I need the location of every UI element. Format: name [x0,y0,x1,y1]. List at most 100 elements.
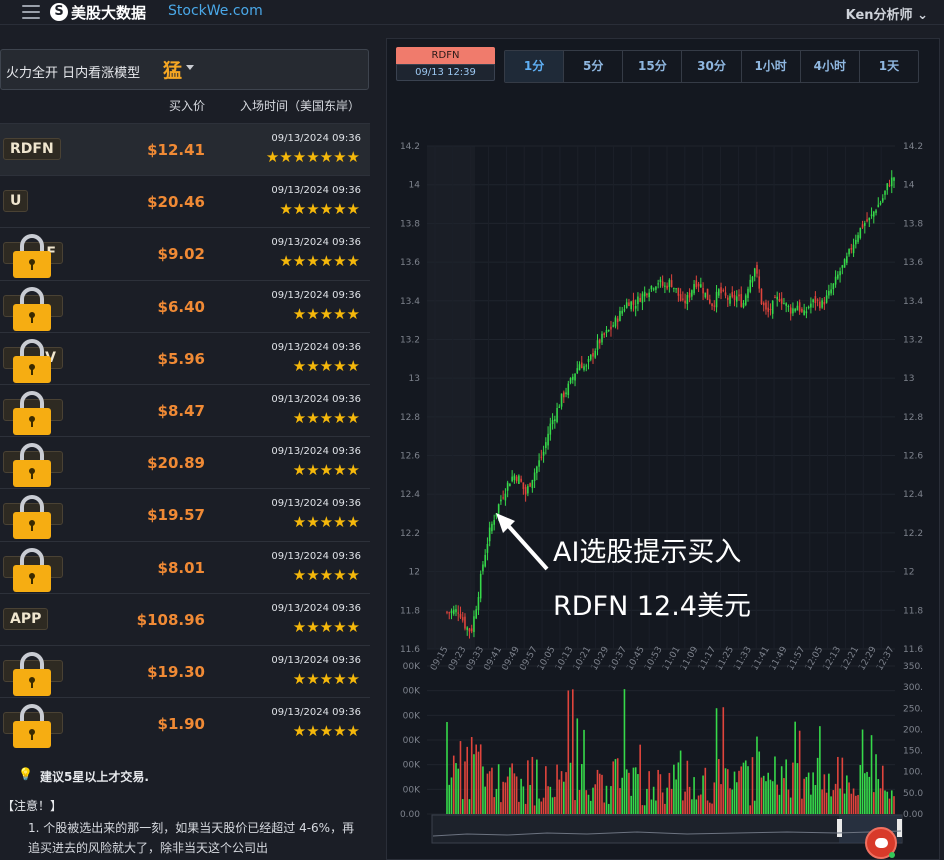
table-row[interactable]: APP $108.96 09/13/2024 09:36 ★★★★★ [0,592,370,645]
chat-button[interactable] [865,827,897,859]
volume-bar [614,759,617,814]
volume-bar [657,769,659,814]
volume-bar [850,793,853,814]
lock-icon[interactable] [12,234,52,279]
candle-body [466,627,469,630]
y-tick-label-right: 13.8 [903,219,923,229]
volume-bar [531,756,534,814]
menu-icon[interactable] [22,5,40,19]
volume-bar [893,796,895,814]
volume-bar [886,791,889,814]
table-row[interactable]: F $9.02 09/13/2024 09:36 ★★★★★★ [0,227,370,279]
volume-bar [450,777,453,814]
candle-body [664,285,666,287]
annotation-line-1: AI选股提示买入 [553,537,742,568]
candle-body [574,373,576,381]
brand-domain[interactable]: StockWe.com [168,3,263,19]
volume-bar [601,774,603,814]
volume-tick-left: 00K [403,761,421,771]
volume-bar [585,790,588,814]
lock-icon[interactable] [12,286,52,331]
volume-bar [630,795,632,814]
volume-bar [589,800,592,814]
lock-icon[interactable] [12,651,52,696]
candle-body [706,288,709,300]
volume-bar [830,796,832,814]
y-tick-label: 12.4 [400,490,420,500]
y-tick-label-right: 14.2 [903,142,923,152]
candle-body [807,306,810,308]
candle-body [789,307,792,314]
volume-bar [774,756,776,814]
table-row[interactable]: V$5.9609/13/2024 09:36★★★★★ [0,331,370,384]
candle-body [580,362,583,369]
ticker-badge[interactable]: U [3,190,29,213]
lock-icon[interactable] [12,547,52,592]
volume-bar [749,805,752,814]
entry-time: 09/13/2024 09:36 [271,341,361,353]
star-rating: ★★★★★ [292,565,360,584]
candle-body [610,326,612,330]
volume-bar [650,799,653,814]
table-row[interactable]: $8.47 09/13/2024 09:36 ★★★★★ [0,383,370,436]
candle-body [547,433,549,446]
volume-bar [872,792,875,814]
table-row[interactable]: RDFN $12.41 09/13/2024 09:36 ★★★★★★★ [0,123,370,176]
lock-icon[interactable] [12,338,52,383]
user-menu[interactable]: Ken分析师 ⌄ [846,4,928,23]
entry-price: $9.02 [157,245,205,264]
volume-bar [625,769,628,814]
lock-icon[interactable] [12,495,52,540]
table-row[interactable]: U $20.46 09/13/2024 09:36 ★★★★★★ [0,175,370,227]
table-row[interactable]: $1.90 09/13/2024 09:36 ★★★★★ [0,697,370,749]
star-rating: ★★★★★★★ [265,148,360,166]
lock-icon[interactable] [12,443,52,488]
y-tick-label-right: 13.6 [903,258,923,268]
volume-tick-left: 0.00 [400,810,420,820]
volume-bar [720,784,722,814]
candle-body [792,308,794,314]
candle-body [569,377,572,384]
chart-panel: RDFN 09/13 12:39 1分 5分 15分 30分 1小时 4小时 1天 14.2… [386,38,940,860]
table-row[interactable]: $6.40 09/13/2024 09:36 ★★★★★ [0,279,370,332]
table-row[interactable]: $20.89 09/13/2024 09:36 ★★★★★ [0,436,370,488]
model-select[interactable]: 火力全开 日内看涨模型 猛 [0,49,369,90]
volume-tick-left: 00K [403,711,421,721]
ticker-badge[interactable]: APP [3,607,49,630]
volume-bar [616,758,619,814]
table-row[interactable]: $19.30 09/13/2024 09:36 ★★★★★ [0,644,370,697]
volume-bar [639,744,641,814]
volume-bar [529,784,531,814]
volume-bar [538,798,540,814]
volume-bar [594,784,597,814]
column-header-price: 买入价 [169,99,206,113]
candle-body [870,214,873,217]
entry-price: $20.89 [147,454,205,473]
notice-title: 【注意！】 [2,799,63,813]
volume-bar [522,786,525,814]
y-tick-label: 13 [409,374,420,384]
online-dot [889,852,895,858]
table-row[interactable]: $8.01 09/13/2024 09:36 ★★★★★ [0,540,370,593]
volume-bar [610,786,612,814]
volume-bar [735,782,738,814]
volume-bar [661,792,664,814]
y-tick-label: 11.6 [400,645,420,655]
volume-bar [655,800,657,814]
volume-bar [747,766,749,814]
lock-icon[interactable] [12,390,52,435]
entry-price: $8.47 [157,401,205,420]
volume-bar [619,788,621,814]
volume-bar [792,762,794,814]
candle-body [715,291,718,308]
star-rating: ★★★★★ [292,722,360,741]
candle-body [623,309,626,311]
volume-bar [623,689,626,814]
lock-icon[interactable] [12,704,52,749]
volume-bar [459,741,462,814]
y-tick-label-right: 14 [903,181,915,191]
volume-bar [884,790,886,814]
table-row[interactable]: $19.57 09/13/2024 09:36 ★★★★★ [0,488,370,540]
candle-body [756,264,758,274]
ticker-badge[interactable]: RDFN [3,138,61,160]
